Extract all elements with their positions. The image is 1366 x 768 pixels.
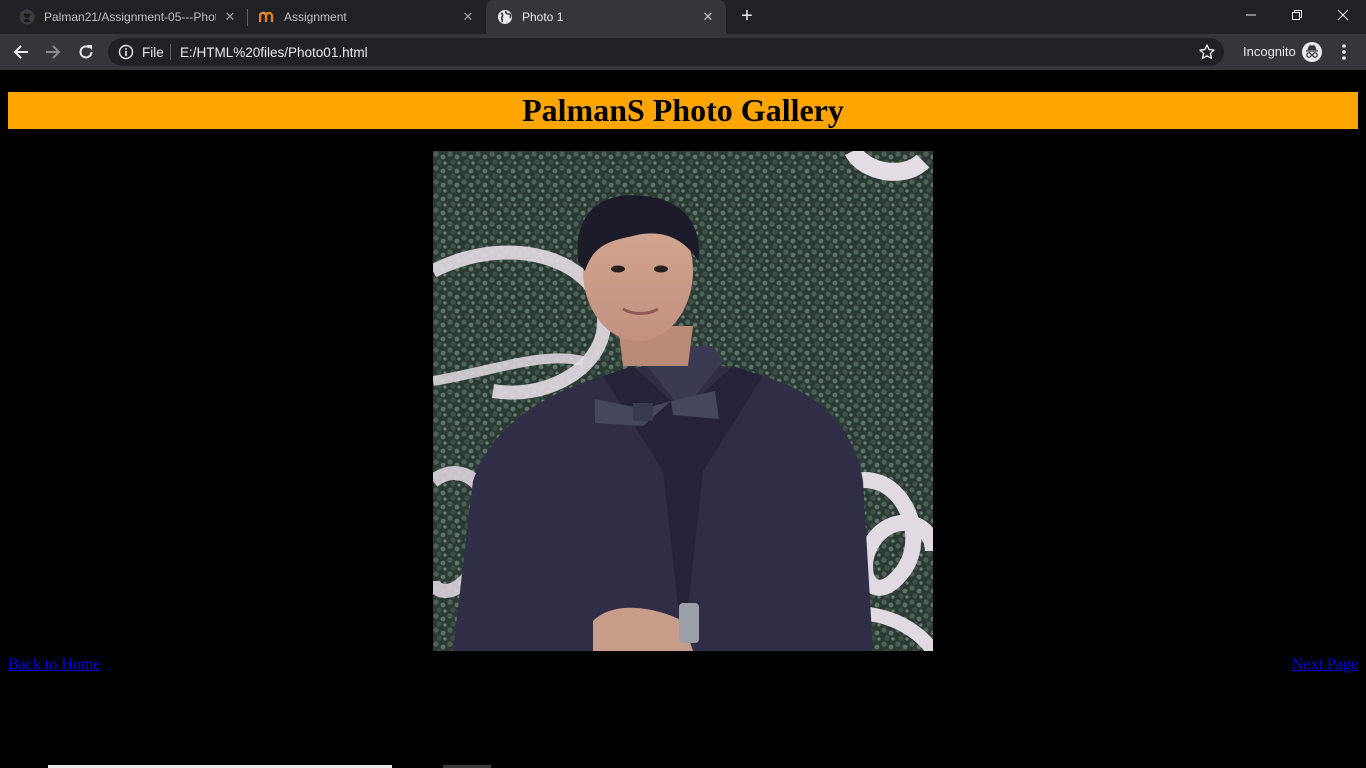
- scheme-label: File: [142, 45, 164, 60]
- incognito-label[interactable]: Incognito: [1243, 44, 1296, 59]
- back-arrow-icon[interactable]: [8, 39, 34, 65]
- incognito-icon[interactable]: [1301, 41, 1323, 63]
- page-viewport: PalmanS Photo Gallery Back to Home Next …: [0, 70, 1366, 768]
- tab-github[interactable]: Palman21/Assignment-05---Phot ✕: [8, 0, 248, 34]
- page-title: PalmanS Photo Gallery: [522, 92, 844, 128]
- gallery-photo: [433, 151, 933, 651]
- gallery-header: PalmanS Photo Gallery: [8, 92, 1358, 129]
- back-to-home-link[interactable]: Back to Home: [8, 656, 100, 674]
- restore-icon[interactable]: [1274, 0, 1320, 30]
- tab-assignment[interactable]: Assignment ✕: [248, 0, 486, 34]
- browser-tab-strip: Palman21/Assignment-05---Phot ✕ Assignme…: [0, 0, 1366, 34]
- new-tab-plus-icon[interactable]: +: [736, 6, 758, 28]
- close-window-icon[interactable]: [1320, 0, 1366, 30]
- close-tab-icon[interactable]: ✕: [222, 9, 238, 25]
- address-bar[interactable]: File E:/HTML%20files/Photo01.html: [108, 38, 1224, 66]
- tab-title: Assignment: [284, 10, 347, 24]
- tab-title: Photo 1: [522, 10, 564, 24]
- next-page-link[interactable]: Next Page: [1292, 656, 1358, 674]
- tab-title: Palman21/Assignment-05---Phot: [44, 10, 216, 24]
- close-tab-icon[interactable]: ✕: [460, 9, 476, 25]
- bookmark-star-icon[interactable]: [1198, 43, 1216, 61]
- address-divider: [170, 44, 171, 60]
- minimize-icon[interactable]: [1228, 0, 1274, 30]
- info-icon[interactable]: [118, 44, 134, 60]
- tab-photo-1[interactable]: Photo 1 ✕: [486, 0, 726, 34]
- close-tab-icon[interactable]: ✕: [700, 9, 716, 25]
- url-text[interactable]: E:/HTML%20files/Photo01.html: [180, 45, 368, 60]
- browser-toolbar: File E:/HTML%20files/Photo01.html: [0, 34, 1366, 70]
- moodle-icon: [259, 9, 275, 25]
- reload-icon[interactable]: [73, 39, 99, 65]
- globe-icon: [497, 9, 513, 25]
- github-icon: [19, 9, 35, 25]
- forward-arrow-icon[interactable]: [40, 39, 66, 65]
- scrollbar-track[interactable]: [1358, 70, 1366, 768]
- more-menu-icon[interactable]: [1336, 43, 1352, 61]
